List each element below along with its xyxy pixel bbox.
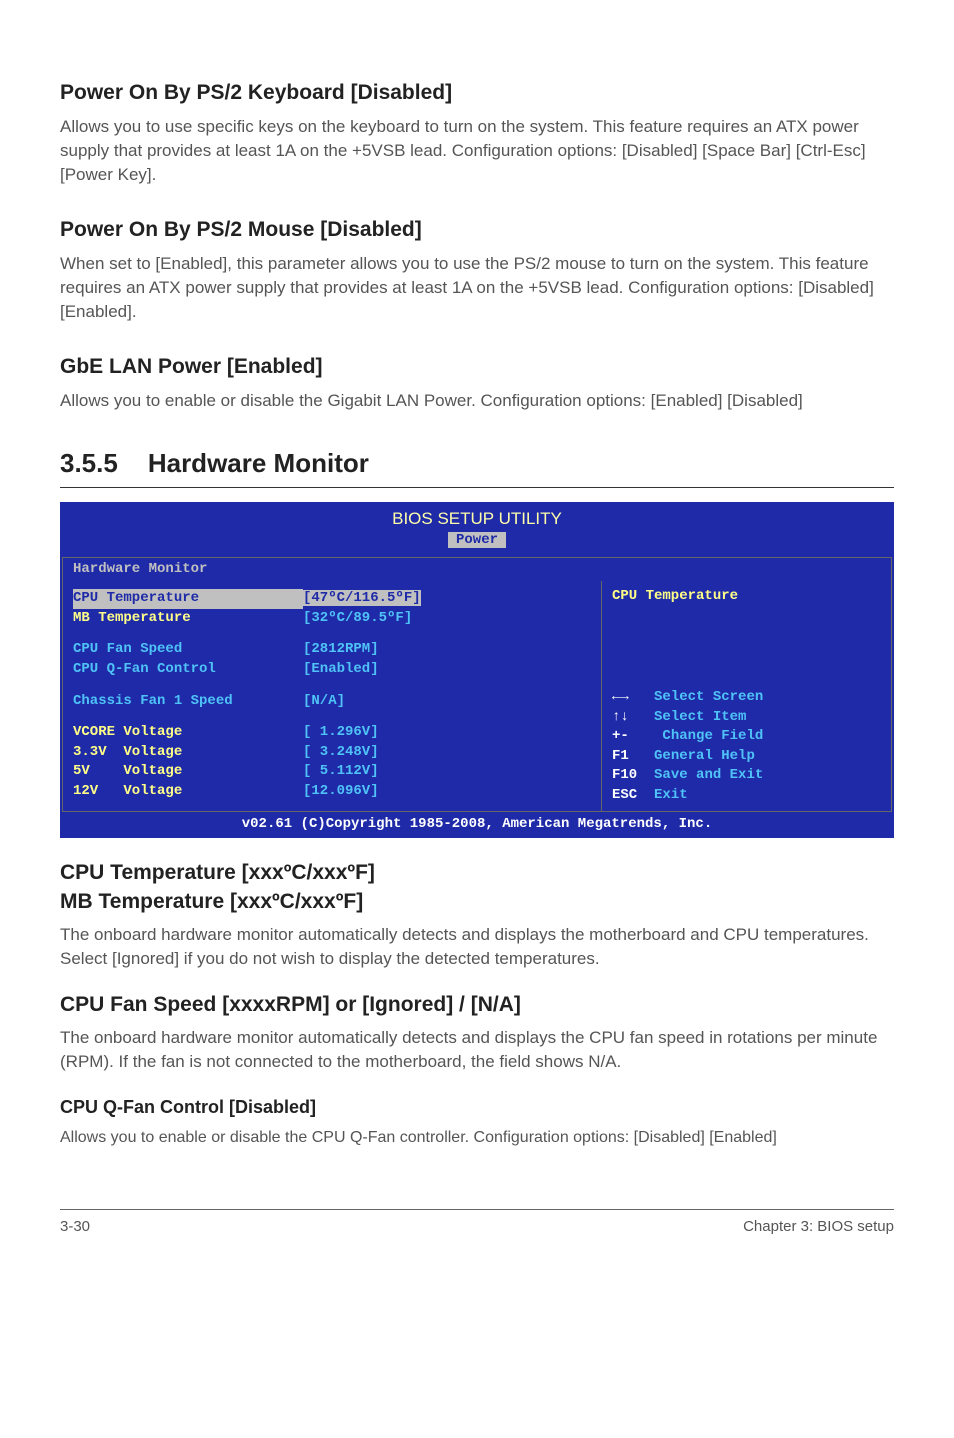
bios-row-chassis-fan[interactable]: Chassis Fan 1 Speed [N/A]: [73, 692, 591, 712]
bios-copyright: v02.61 (C)Copyright 1985-2008, American …: [62, 814, 892, 836]
bios-tab-bar: Power: [62, 531, 892, 557]
bios-value: [ 3.248V]: [303, 743, 591, 763]
bios-value: [2812RPM]: [303, 640, 591, 660]
heading-mb-temp: MB Temperature [xxxºC/xxxºF]: [60, 887, 894, 916]
nav-label: Select Screen: [654, 689, 763, 705]
bios-label: CPU Q-Fan Control: [73, 660, 303, 680]
body-ps2-mouse: When set to [Enabled], this parameter al…: [60, 252, 894, 323]
heading-ps2-mouse: Power On By PS/2 Mouse [Disabled]: [60, 215, 894, 244]
section-title: Hardware Monitor: [148, 448, 369, 478]
section-number: 3.5.5: [60, 445, 118, 481]
heading-gbe-lan: GbE LAN Power [Enabled]: [60, 352, 894, 381]
chapter-label: Chapter 3: BIOS setup: [743, 1216, 894, 1237]
heading-ps2-keyboard: Power On By PS/2 Keyboard [Disabled]: [60, 78, 894, 107]
bios-label: Chassis Fan 1 Speed: [73, 692, 303, 712]
nav-label: Change Field: [654, 728, 763, 744]
bios-nav-help: ←→ Select Screen ↑↓ Select Item +- Chang…: [612, 688, 881, 806]
bios-row-cpu-temp[interactable]: CPU Temperature [47ºC/116.5ºF]: [73, 589, 591, 609]
heading-cpu-qfan: CPU Q-Fan Control [Disabled]: [60, 1095, 894, 1120]
body-ps2-keyboard: Allows you to use specific keys on the k…: [60, 115, 894, 186]
bios-row-cpu-fan[interactable]: CPU Fan Speed [2812RPM]: [73, 640, 591, 660]
bios-label: CPU Temperature: [73, 589, 303, 609]
bios-value: [47ºC/116.5ºF]: [303, 590, 421, 606]
bios-label: 3.3V Voltage: [73, 743, 303, 763]
nav-label: Select Item: [654, 709, 746, 725]
key-f10: F10: [612, 767, 637, 783]
body-cpu-fan-speed: The onboard hardware monitor automatical…: [60, 1026, 894, 1074]
left-right-icon: ←→: [612, 689, 629, 705]
page-footer: 3-30 Chapter 3: BIOS setup: [60, 1209, 894, 1237]
bios-row-mb-temp[interactable]: MB Temperature [32ºC/89.5ºF]: [73, 609, 591, 629]
bios-help-title: CPU Temperature: [612, 587, 881, 607]
bios-label: VCORE Voltage: [73, 723, 303, 743]
heading-underline: [60, 487, 894, 488]
bios-value: [32ºC/89.5ºF]: [303, 609, 591, 629]
bios-row-5v[interactable]: 5V Voltage [ 5.112V]: [73, 762, 591, 782]
bios-tab-power[interactable]: Power: [448, 532, 506, 548]
bios-label: MB Temperature: [73, 609, 303, 629]
heading-cpu-temp: CPU Temperature [xxxºC/xxxºF]: [60, 858, 894, 887]
bios-value: [ 5.112V]: [303, 762, 591, 782]
bios-value: [N/A]: [303, 692, 591, 712]
bios-row-cpu-qfan[interactable]: CPU Q-Fan Control [Enabled]: [73, 660, 591, 680]
bios-title: BIOS SETUP UTILITY: [60, 502, 894, 531]
bios-value: [Enabled]: [303, 660, 591, 680]
body-cpu-qfan: Allows you to enable or disable the CPU …: [60, 1127, 894, 1149]
bios-label: CPU Fan Speed: [73, 640, 303, 660]
bios-label: 5V Voltage: [73, 762, 303, 782]
bios-label: 12V Voltage: [73, 782, 303, 802]
bios-row-3-3v[interactable]: 3.3V Voltage [ 3.248V]: [73, 743, 591, 763]
bios-panel: BIOS SETUP UTILITY Power Hardware Monito…: [60, 502, 894, 838]
bios-value: [12.096V]: [303, 782, 591, 802]
plus-minus-icon: +-: [612, 728, 629, 744]
nav-label: Exit: [654, 787, 688, 803]
heading-cpu-fan-speed: CPU Fan Speed [xxxxRPM] or [Ignored] / […: [60, 990, 894, 1019]
body-gbe-lan: Allows you to enable or disable the Giga…: [60, 389, 894, 413]
heading-hardware-monitor: 3.5.5 Hardware Monitor: [60, 445, 894, 481]
page-number: 3-30: [60, 1216, 90, 1237]
body-temperatures: The onboard hardware monitor automatical…: [60, 923, 894, 971]
key-esc: ESC: [612, 787, 637, 803]
nav-label: General Help: [654, 748, 755, 764]
key-f1: F1: [612, 748, 629, 764]
bios-row-vcore[interactable]: VCORE Voltage [ 1.296V]: [73, 723, 591, 743]
bios-row-12v[interactable]: 12V Voltage [12.096V]: [73, 782, 591, 802]
nav-label: Save and Exit: [654, 767, 763, 783]
up-down-icon: ↑↓: [612, 709, 629, 725]
bios-subhead: Hardware Monitor: [62, 557, 892, 582]
bios-value: [ 1.296V]: [303, 723, 591, 743]
